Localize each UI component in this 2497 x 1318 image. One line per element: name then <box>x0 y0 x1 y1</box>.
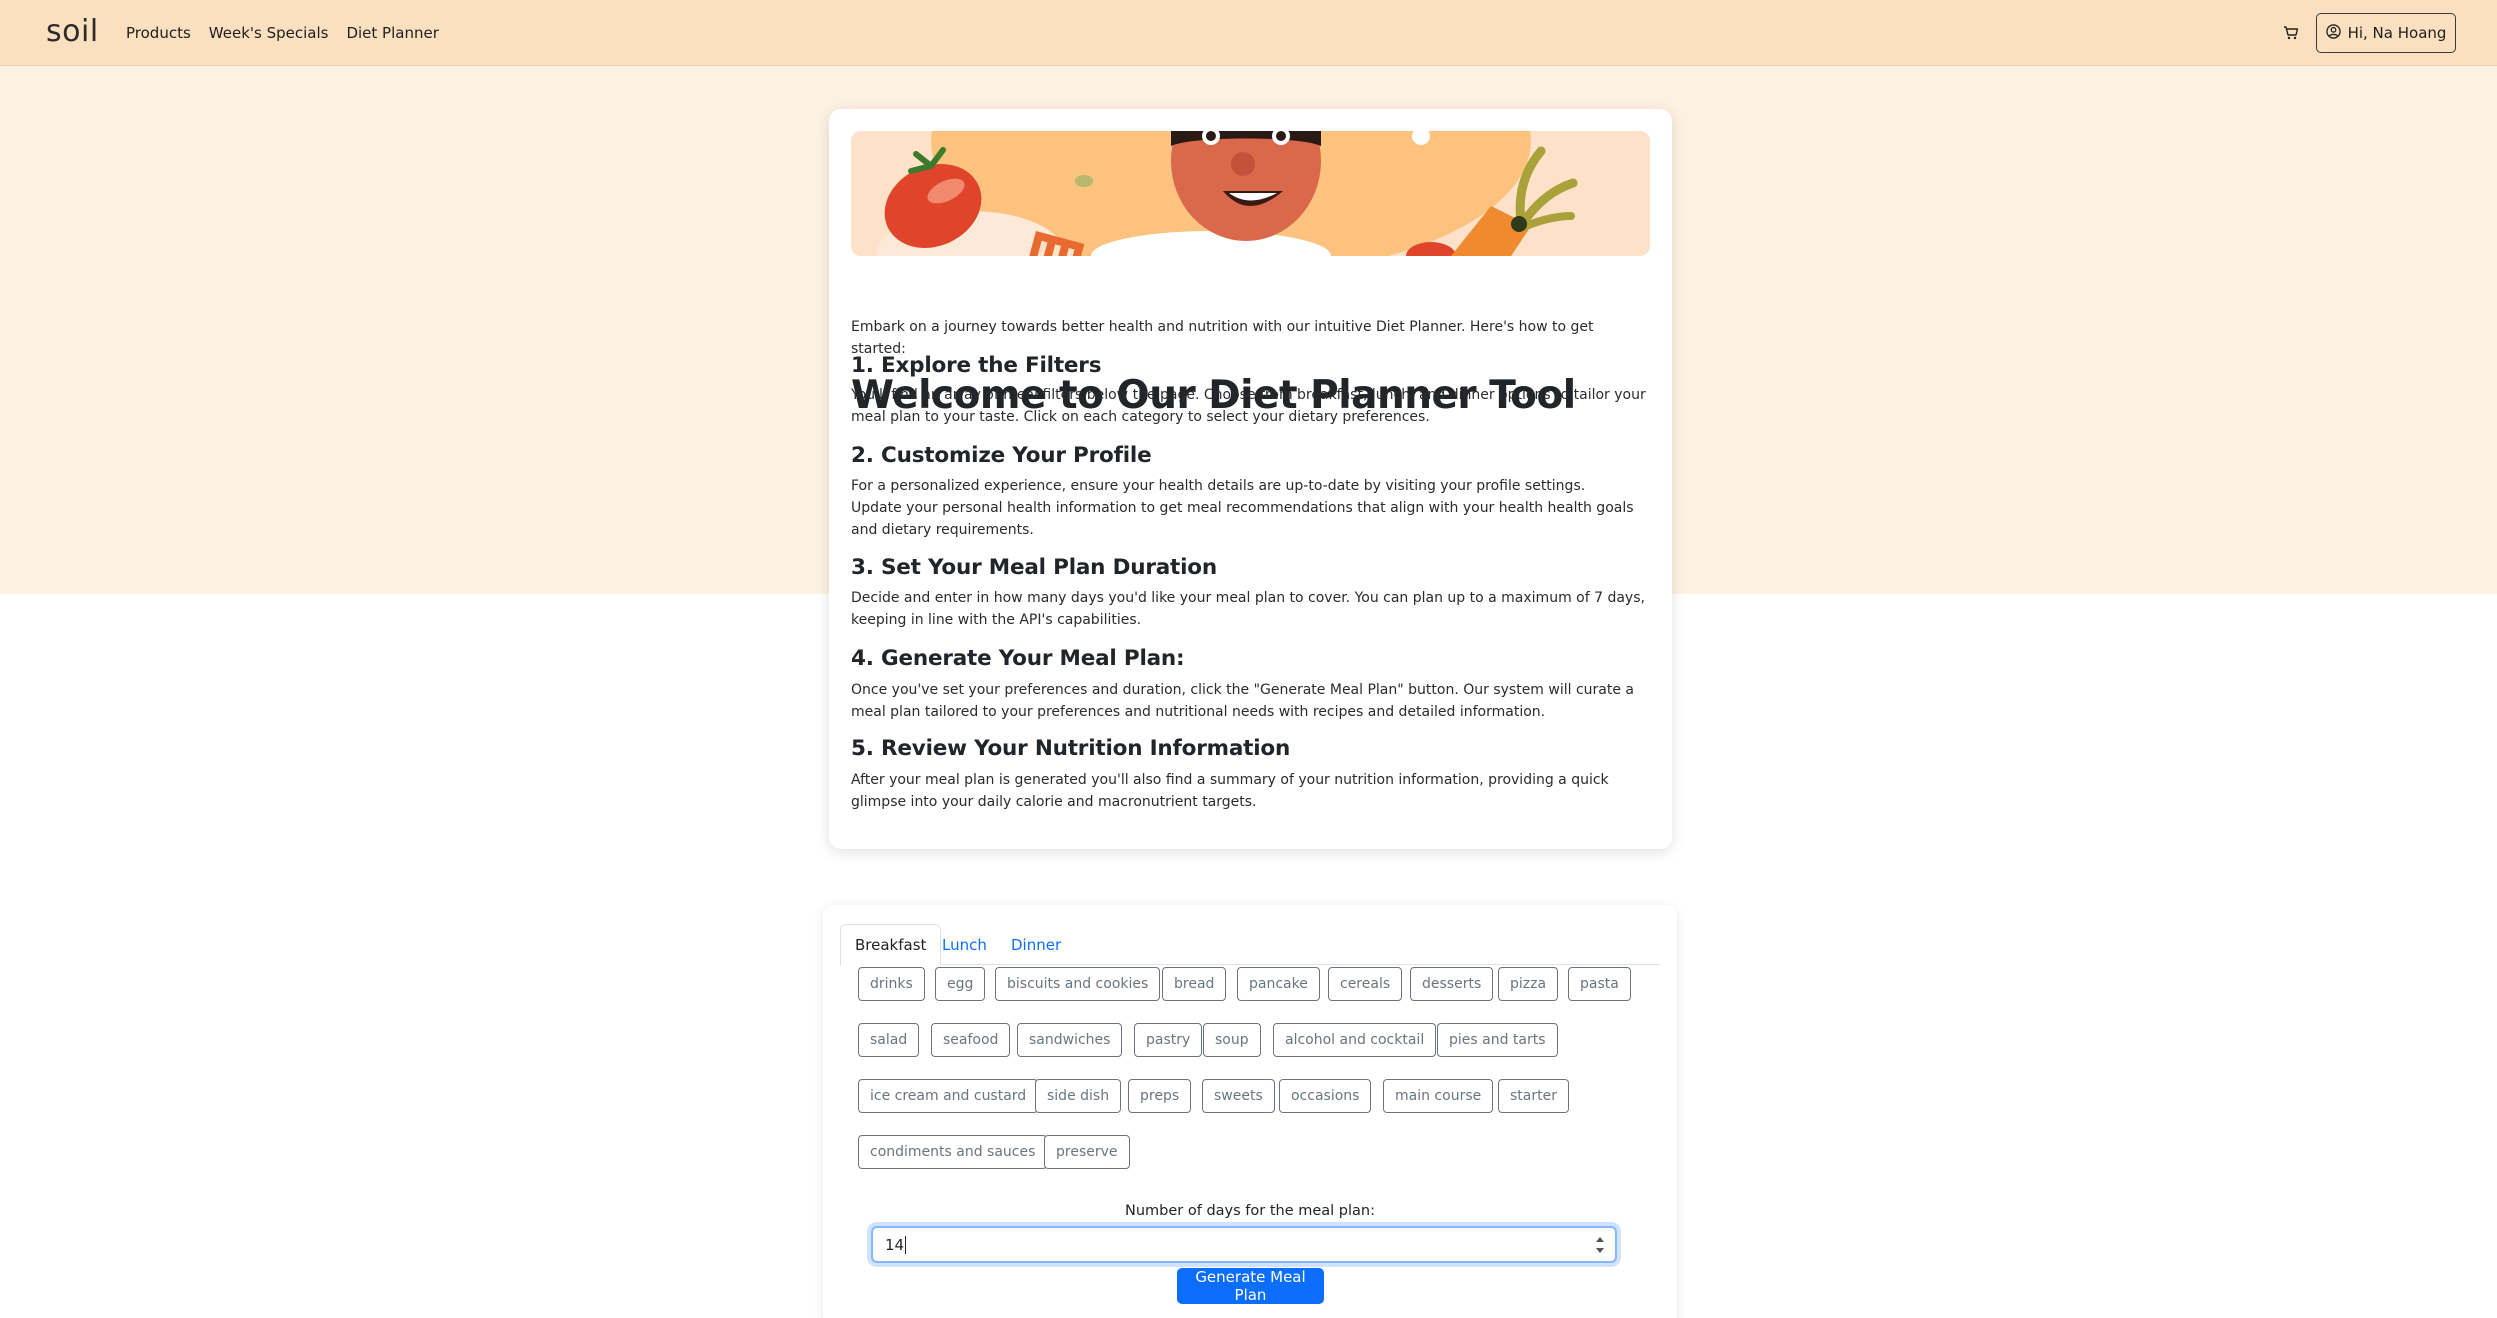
generate-meal-plan-button[interactable]: Generate Meal Plan <box>1177 1268 1324 1304</box>
filter-chip[interactable]: pancake <box>1237 967 1320 1001</box>
meal-tabs: Breakfast Lunch Dinner <box>840 919 1660 966</box>
filter-chip[interactable]: pasta <box>1568 967 1631 1001</box>
step-4-text: Once you've set your preferences and dur… <box>851 682 1634 720</box>
days-label: Number of days for the meal plan: <box>1125 1203 1375 1219</box>
filter-chip[interactable]: bread <box>1162 967 1227 1001</box>
brand-logo[interactable]: soil <box>46 14 99 49</box>
filter-chip[interactable]: preps <box>1128 1079 1192 1113</box>
step-5-text: After your meal plan is generated you'll… <box>851 772 1609 810</box>
filter-chip[interactable]: desserts <box>1410 967 1494 1001</box>
user-circle-icon <box>2325 23 2341 43</box>
step-3-text: Decide and enter in how many days you'd … <box>851 590 1645 628</box>
filter-chip[interactable]: side dish <box>1035 1079 1122 1113</box>
tab-breakfast[interactable]: Breakfast <box>840 924 942 966</box>
text-cursor <box>905 1235 907 1254</box>
step-1-heading: 1. Explore the Filters <box>851 353 1102 378</box>
tab-lunch[interactable]: Lunch <box>928 924 1001 966</box>
filter-chip[interactable]: seafood <box>931 1023 1011 1057</box>
step-5-heading: 5. Review Your Nutrition Information <box>851 736 1291 761</box>
filter-chip[interactable]: biscuits and cookies <box>995 967 1161 1001</box>
filter-chip[interactable]: pastry <box>1134 1023 1203 1057</box>
nav-link-diet-planner[interactable]: Diet Planner <box>346 24 438 42</box>
filter-chip[interactable]: drinks <box>858 967 925 1001</box>
nav-link-products[interactable]: Products <box>126 24 191 42</box>
filter-chip[interactable]: salad <box>858 1023 920 1057</box>
user-greeting: Hi, Na Hoang <box>2347 24 2447 42</box>
filter-chip[interactable]: cereals <box>1328 967 1403 1001</box>
filter-chip[interactable]: ice cream and custard <box>858 1079 1039 1113</box>
filter-chip[interactable]: starter <box>1498 1079 1569 1113</box>
tab-dinner[interactable]: Dinner <box>997 924 1075 966</box>
filter-chip[interactable]: main course <box>1383 1079 1494 1113</box>
days-input-value: 14 <box>885 1235 905 1254</box>
nav-links: Products Week's Specials Diet Planner <box>126 24 457 42</box>
filter-chip[interactable]: egg <box>935 967 986 1001</box>
cart-icon[interactable] <box>2280 22 2302 44</box>
chef-banner-illustration <box>851 131 1650 256</box>
step-1-text: You'll find an array of meal filters bel… <box>851 387 1646 425</box>
filter-chip[interactable]: sweets <box>1202 1079 1275 1113</box>
filter-chip[interactable]: occasions <box>1279 1079 1372 1113</box>
user-account-button[interactable]: Hi, Na Hoang <box>2316 13 2456 53</box>
step-3-heading: 3. Set Your Meal Plan Duration <box>851 555 1217 580</box>
nav-link-weeks-specials[interactable]: Week's Specials <box>209 24 329 42</box>
spinner-up-icon[interactable] <box>1595 1235 1605 1243</box>
intro-card: Welcome to Our Diet Planner Tool Embark … <box>829 109 1672 849</box>
spinner-down-icon[interactable] <box>1595 1247 1605 1255</box>
filter-chip[interactable]: preserve <box>1044 1135 1130 1169</box>
filter-chip[interactable]: condiments and sauces <box>858 1135 1048 1169</box>
filter-chip[interactable]: pizza <box>1498 967 1559 1001</box>
filter-chip[interactable]: sandwiches <box>1017 1023 1123 1057</box>
filter-chip[interactable]: soup <box>1203 1023 1261 1057</box>
number-spinner[interactable] <box>1595 1235 1605 1255</box>
step-2-text: For a personalized experience, ensure yo… <box>851 478 1586 494</box>
days-input[interactable]: 14 <box>871 1226 1617 1263</box>
filter-chip[interactable]: alcohol and cocktail <box>1273 1023 1437 1057</box>
step-2-heading: 2. Customize Your Profile <box>851 443 1152 468</box>
step-4-heading: 4. Generate Your Meal Plan: <box>851 646 1185 671</box>
step-2-text-2: Update your personal health information … <box>851 500 1634 538</box>
meal-filter-card: Breakfast Lunch Dinner drinks egg biscui… <box>823 905 1677 1318</box>
filter-chip[interactable]: pies and tarts <box>1437 1023 1558 1057</box>
navbar: soil Products Week's Specials Diet Plann… <box>0 0 2497 66</box>
